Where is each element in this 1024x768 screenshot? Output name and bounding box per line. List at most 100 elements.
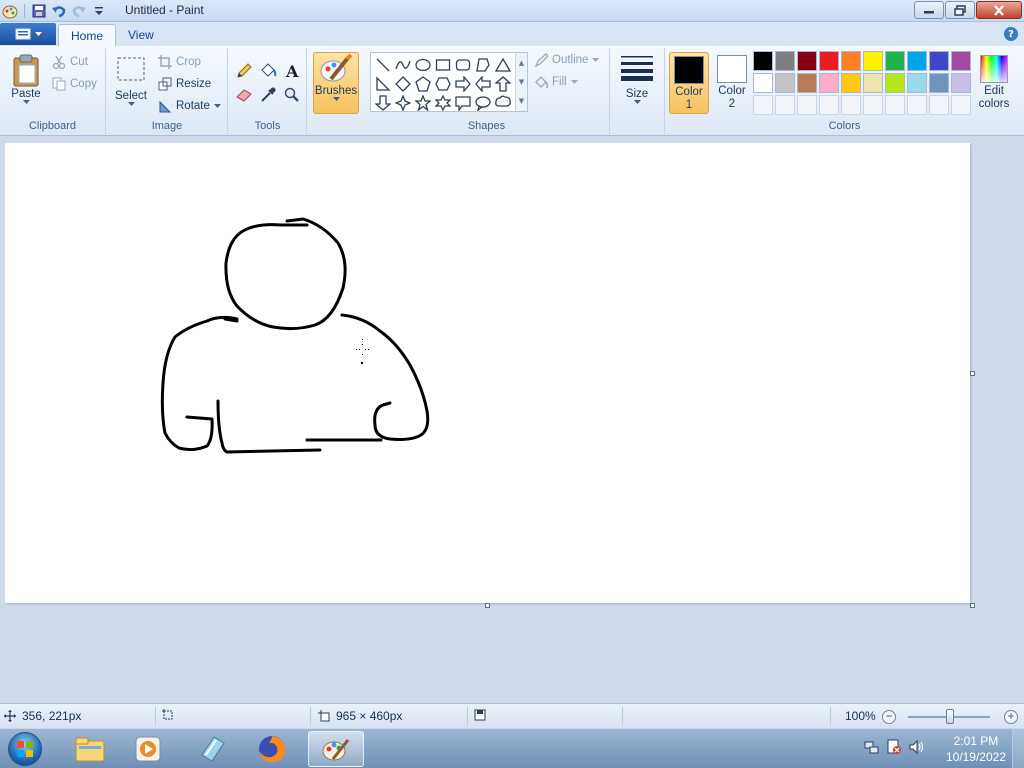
palette-swatch[interactable] bbox=[863, 73, 883, 93]
tab-home[interactable]: Home bbox=[58, 24, 117, 46]
redo-icon[interactable] bbox=[71, 3, 87, 19]
shape-oval-callout[interactable] bbox=[473, 93, 493, 112]
pencil-tool[interactable] bbox=[233, 60, 255, 82]
shape-triangle[interactable] bbox=[493, 55, 513, 74]
cut-button[interactable]: Cut bbox=[52, 55, 88, 69]
customize-qat-icon[interactable] bbox=[91, 3, 107, 19]
shape-down-arrow[interactable] bbox=[373, 93, 393, 112]
brushes-button[interactable]: Brushes bbox=[313, 52, 359, 114]
show-desktop-button[interactable] bbox=[1012, 729, 1024, 768]
palette-swatch[interactable] bbox=[951, 51, 971, 71]
drawing-canvas[interactable] bbox=[5, 143, 970, 603]
size-button[interactable]: Size bbox=[617, 52, 657, 105]
paste-button[interactable]: Paste bbox=[6, 52, 46, 105]
taskbar-firefox[interactable] bbox=[244, 731, 300, 767]
palette-swatch[interactable] bbox=[885, 51, 905, 71]
taskbar-media-player[interactable] bbox=[120, 731, 176, 767]
canvas-workspace[interactable] bbox=[0, 137, 1024, 703]
shape-polygon[interactable] bbox=[473, 55, 493, 74]
shape-four-point-star[interactable] bbox=[393, 93, 413, 112]
zoom-in-button[interactable]: + bbox=[1004, 710, 1018, 724]
shape-up-arrow[interactable] bbox=[493, 74, 513, 93]
custom-color-slot[interactable] bbox=[885, 95, 905, 115]
copy-button[interactable]: Copy bbox=[52, 77, 97, 91]
custom-color-slot[interactable] bbox=[775, 95, 795, 115]
shape-right-arrow[interactable] bbox=[453, 74, 473, 93]
zoom-out-button[interactable]: − bbox=[882, 710, 896, 724]
paint-app-icon[interactable] bbox=[2, 3, 18, 19]
text-tool[interactable]: A bbox=[281, 60, 303, 82]
palette-swatch[interactable] bbox=[797, 51, 817, 71]
palette-swatch[interactable] bbox=[841, 73, 861, 93]
edit-colors-button[interactable]: Edit colors bbox=[974, 52, 1014, 114]
color2-button[interactable]: Color 2 bbox=[712, 52, 752, 114]
palette-swatch[interactable] bbox=[929, 73, 949, 93]
custom-color-slot[interactable] bbox=[841, 95, 861, 115]
shape-six-point-star[interactable] bbox=[433, 93, 453, 112]
custom-color-slot[interactable] bbox=[819, 95, 839, 115]
magnifier-tool[interactable] bbox=[281, 84, 303, 106]
help-icon[interactable]: ? bbox=[1004, 27, 1018, 41]
custom-color-slot[interactable] bbox=[863, 95, 883, 115]
crop-button[interactable]: Crop bbox=[158, 55, 201, 69]
scroll-down-icon[interactable]: ▼ bbox=[519, 78, 524, 86]
start-button[interactable] bbox=[4, 731, 46, 767]
outline-button[interactable]: Outline bbox=[534, 53, 600, 67]
paint-menu-button[interactable] bbox=[0, 23, 56, 45]
save-icon[interactable] bbox=[31, 3, 47, 19]
custom-color-slot[interactable] bbox=[797, 95, 817, 115]
palette-swatch[interactable] bbox=[819, 51, 839, 71]
action-center-icon[interactable] bbox=[886, 739, 902, 755]
shapes-scrollbar[interactable]: ▲ ▼ ▼ bbox=[515, 53, 527, 111]
shape-cloud-callout[interactable] bbox=[493, 93, 513, 112]
taskbar-clock[interactable]: 2:01 PM 10/19/2022 bbox=[946, 733, 1006, 765]
custom-color-slot[interactable] bbox=[753, 95, 773, 115]
shape-five-point-star[interactable] bbox=[413, 93, 433, 112]
custom-color-slot[interactable] bbox=[929, 95, 949, 115]
custom-color-slot[interactable] bbox=[951, 95, 971, 115]
scroll-up-icon[interactable]: ▲ bbox=[519, 59, 524, 67]
resize-handle-bottom[interactable] bbox=[485, 603, 490, 608]
palette-swatch[interactable] bbox=[753, 73, 773, 93]
color1-button[interactable]: Color 1 bbox=[669, 52, 709, 114]
fill-tool[interactable] bbox=[257, 60, 279, 82]
palette-swatch[interactable] bbox=[951, 73, 971, 93]
rotate-button[interactable]: Rotate bbox=[158, 99, 221, 113]
palette-swatch[interactable] bbox=[775, 73, 795, 93]
shape-right-triangle[interactable] bbox=[373, 74, 393, 93]
undo-icon[interactable] bbox=[51, 3, 67, 19]
close-button[interactable] bbox=[976, 1, 1022, 19]
shape-curve[interactable] bbox=[393, 55, 413, 74]
volume-icon[interactable] bbox=[908, 739, 924, 755]
select-button[interactable]: Select bbox=[113, 56, 149, 107]
palette-swatch[interactable] bbox=[797, 73, 817, 93]
resize-button[interactable]: Resize bbox=[158, 77, 211, 91]
palette-swatch[interactable] bbox=[929, 51, 949, 71]
minimize-button[interactable] bbox=[914, 1, 944, 19]
shape-rounded-rectangle[interactable] bbox=[453, 55, 473, 74]
eraser-tool[interactable] bbox=[233, 84, 255, 106]
resize-handle-corner[interactable] bbox=[970, 603, 975, 608]
palette-swatch[interactable] bbox=[907, 73, 927, 93]
resize-handle-right[interactable] bbox=[970, 371, 975, 376]
shape-line[interactable] bbox=[373, 55, 393, 74]
taskbar-notepad[interactable] bbox=[184, 731, 240, 767]
palette-swatch[interactable] bbox=[885, 73, 905, 93]
palette-swatch[interactable] bbox=[753, 51, 773, 71]
palette-swatch[interactable] bbox=[819, 73, 839, 93]
fill-button[interactable]: Fill bbox=[534, 75, 578, 89]
palette-swatch[interactable] bbox=[907, 51, 927, 71]
custom-color-slot[interactable] bbox=[907, 95, 927, 115]
expand-gallery-icon[interactable]: ▼ bbox=[519, 97, 524, 105]
shape-left-arrow[interactable] bbox=[473, 74, 493, 93]
zoom-slider-thumb[interactable] bbox=[946, 709, 954, 724]
palette-swatch[interactable] bbox=[775, 51, 795, 71]
tab-view[interactable]: View bbox=[116, 24, 166, 46]
shape-pentagon[interactable] bbox=[413, 74, 433, 93]
shape-oval[interactable] bbox=[413, 55, 433, 74]
shape-diamond[interactable] bbox=[393, 74, 413, 93]
shape-hexagon[interactable] bbox=[433, 74, 453, 93]
network-icon[interactable] bbox=[864, 739, 880, 755]
color-picker-tool[interactable] bbox=[257, 84, 279, 106]
taskbar-paint[interactable] bbox=[308, 731, 364, 767]
